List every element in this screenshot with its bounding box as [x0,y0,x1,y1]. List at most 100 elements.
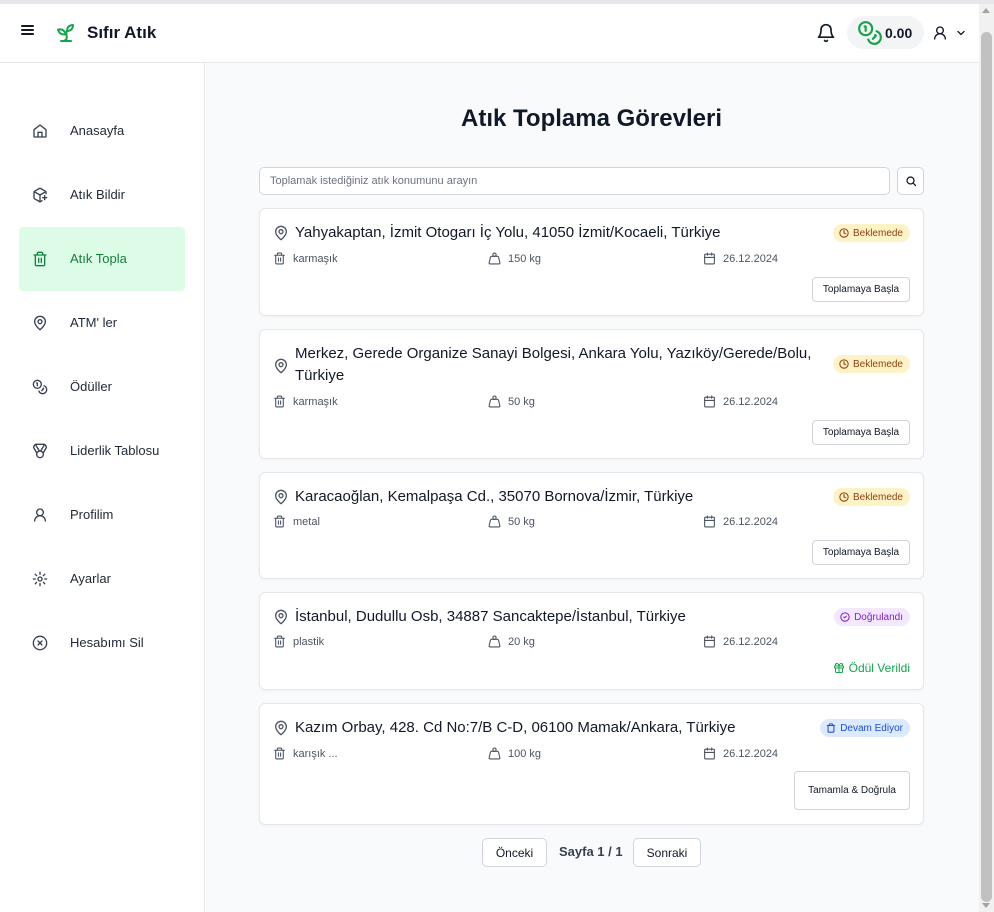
waste-type-text: metal [293,515,320,528]
next-page-button[interactable]: Sonraki [633,838,701,867]
gift-icon [833,663,844,673]
sidebar-item-atms[interactable]: ATM' ler [19,291,185,355]
weight: 100 kg [488,747,541,760]
status-text: Beklemede [852,491,903,503]
clock-icon [839,228,849,238]
sidebar-item-home[interactable]: Anasayfa [19,99,185,163]
waste-type-text: plastik [293,635,325,648]
start-collection-button[interactable]: Toplamaya Başla [812,277,910,302]
task-card: Kazım Orbay, 428. Cd No:7/B C-D, 06100 M… [259,703,924,825]
gear-icon [32,571,48,587]
trash-icon [274,747,285,760]
trash-icon [33,251,47,267]
task-address: Kazım Orbay, 428. Cd No:7/B C-D, 06100 M… [295,719,736,736]
map-pin-icon [275,609,287,625]
weight-icon [488,747,501,760]
sidebar-item-label: Liderlik Tablosu [70,443,160,458]
waste-type-text: karmaşık [293,395,338,408]
reward-status: Ödül Verildi [833,661,910,675]
task-address: Yahyakaptan, İzmit Otogarı İç Yolu, 4105… [295,224,721,241]
date: 26.12.2024 [703,395,778,408]
weight-text: 150 kg [508,252,542,265]
balance-pill[interactable]: 0.00 [847,16,924,49]
sidebar-item-label: Atık Bildir [70,187,125,202]
status-text: Devam Ediyor [840,722,903,734]
weight: 20 kg [488,635,535,648]
task-address: İstanbul, Dudullu Osb, 34887 Sancaktepe/… [295,608,686,625]
user-menu[interactable] [932,23,972,43]
weight-text: 100 kg [508,747,542,760]
prev-page-button[interactable]: Önceki [482,838,547,867]
scroll-up-arrow[interactable] [982,8,990,13]
calendar-icon [704,747,715,760]
start-collection-button[interactable]: Toplamaya Başla [812,540,910,565]
medal-icon [32,443,48,459]
weight-icon [488,515,501,528]
date: 26.12.2024 [703,515,778,528]
waste-type: karışık ... [273,747,338,760]
start-collection-button[interactable]: Toplamaya Başla [812,420,910,445]
status-badge: Doğrulandı [834,608,910,626]
circle-x-icon [32,635,48,651]
date: 26.12.2024 [703,635,778,648]
task-address: Karacaoğlan, Kemalpaşa Cd., 35070 Bornov… [295,488,694,505]
trash-icon [274,635,285,648]
user-icon [34,508,46,522]
sidebar-item-delete-account[interactable]: Hesabımı Sil [19,611,185,675]
sidebar-item-leaderboard[interactable]: Liderlik Tablosu [19,419,185,483]
home-icon [33,124,47,138]
chevron-down-icon [957,30,965,36]
sprout-logo-icon [57,24,74,42]
search-input[interactable] [259,167,890,195]
task-address: Merkez, Gerede Organize Sanayi Bolgesi, … [295,345,812,384]
map-pin-icon [275,720,287,736]
map-pin-icon [275,489,287,505]
user-icon [934,26,946,40]
trash-icon [274,395,285,408]
search-button[interactable] [897,167,924,195]
weight: 50 kg [488,395,535,408]
date: 26.12.2024 [703,747,778,760]
calendar-icon [704,395,715,408]
date-text: 26.12.2024 [723,635,779,648]
sidebar-item-report-waste[interactable]: Atık Bildir [19,163,185,227]
map-pin-icon [275,225,287,241]
clock-icon [839,492,849,502]
search-icon [905,176,916,187]
sidebar-item-label: Atık Topla [70,251,127,266]
waste-type: karmaşık [273,395,338,408]
coins-icon [858,20,882,45]
check-circle-icon [840,612,850,622]
task-card: Merkez, Gerede Organize Sanayi Bolgesi, … [259,329,924,459]
bell-icon[interactable] [816,23,836,43]
scroll-down-arrow[interactable] [982,903,990,908]
page-indicator: Sayfa 1 / 1 [559,844,623,859]
trash-icon [826,723,836,733]
complete-verify-button[interactable]: Tamamla & Doğrula [794,771,910,810]
status-badge: Beklemede [832,224,910,242]
clock-icon [839,359,849,369]
sidebar-item-label: Ayarlar [70,571,111,586]
date-text: 26.12.2024 [723,252,779,265]
sidebar-item-rewards[interactable]: Ödüller [19,355,185,419]
date: 26.12.2024 [703,252,778,265]
scroll-thumb[interactable] [981,32,992,902]
weight: 150 kg [488,252,541,265]
task-card: Yahyakaptan, İzmit Otogarı İç Yolu, 4105… [259,208,924,316]
vertical-scrollbar[interactable] [979,4,994,912]
sidebar-item-label: Anasayfa [70,123,125,138]
reward-text: Ödül Verildi [848,661,910,675]
calendar-icon [704,635,715,648]
sidebar-item-settings[interactable]: Ayarlar [19,547,185,611]
coins-icon [32,379,48,395]
status-text: Beklemede [852,227,903,239]
status-badge: Beklemede [832,488,910,506]
weight-icon [488,252,501,265]
brand-name[interactable]: Sıfır Atık [87,23,156,43]
calendar-icon [704,515,715,528]
sidebar-item-collect-waste[interactable]: Atık Topla [19,227,185,291]
status-badge: Devam Ediyor [820,719,910,737]
date-text: 26.12.2024 [723,395,779,408]
sidebar-item-profile[interactable]: Profilim [19,483,185,547]
menu-icon[interactable] [21,25,34,37]
